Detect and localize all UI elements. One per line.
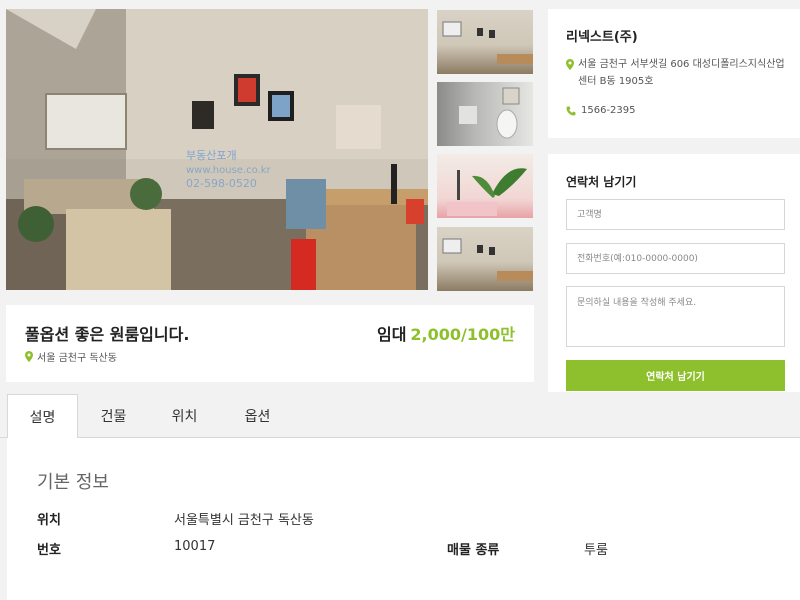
tab-location[interactable]: 위치 xyxy=(149,394,220,438)
main-photo[interactable]: 부동산포개 www.house.co.kr 02-598-0520 xyxy=(6,9,428,290)
watermark-text-3: 02-598-0520 xyxy=(186,177,257,190)
map-pin-icon xyxy=(566,59,574,70)
thumbnail-2-image xyxy=(459,87,520,139)
phone-icon xyxy=(566,106,576,115)
price-amount: 2,000/100만 xyxy=(410,325,515,344)
phone-number-input[interactable] xyxy=(566,243,785,274)
tab-options[interactable]: 옵션 xyxy=(220,394,295,438)
listing-number-value: 10017 xyxy=(174,539,216,554)
agency-phone[interactable]: 1566-2395 xyxy=(566,105,636,116)
detail-tabs: 설명 건물 위치 옵션 xyxy=(0,394,800,439)
tab-description[interactable]: 설명 xyxy=(7,394,78,439)
price-type: 임대 xyxy=(376,325,407,344)
listing-location: 서울 금천구 독산동 xyxy=(25,349,117,364)
agency-card: 리넥스트(주) 서울 금천구 서부샛길 606 대성디폴리스지식산업센터 B동 … xyxy=(548,9,800,138)
listing-location-text: 서울 금천구 독산동 xyxy=(37,353,117,364)
thumbnail-1[interactable] xyxy=(437,10,533,74)
listing-title: 풀옵션 좋은 원룸입니다. xyxy=(25,325,190,344)
agency-address: 서울 금천구 서부샛길 606 대성디폴리스지식산업센터 B동 1905호 xyxy=(566,56,790,90)
agency-address-text: 서울 금천구 서부샛길 606 대성디폴리스지식산업센터 B동 1905호 xyxy=(578,59,785,87)
watermark-text-1: 부동산포개 xyxy=(186,149,237,162)
listing-summary: 풀옵션 좋은 원룸입니다. 서울 금천구 독산동 임대 2,000/100만 xyxy=(6,305,534,382)
thumbnail-3-image xyxy=(447,168,527,216)
basic-info-panel: 기본 정보 위치 서울특별시 금천구 독산동 번호 10017 매물 종류 투룸 xyxy=(7,438,800,600)
thumbnail-4[interactable] xyxy=(437,227,533,291)
listing-price: 임대 2,000/100만 xyxy=(377,321,515,345)
property-type-value: 투룸 xyxy=(584,543,608,558)
map-pin-icon xyxy=(25,351,33,362)
contact-form: 연락처 남기기 연락처 남기기 xyxy=(548,154,800,392)
location-label: 위치 xyxy=(37,513,61,528)
property-type-label: 매물 종류 xyxy=(447,543,500,558)
thumbnail-1-image xyxy=(442,21,533,64)
tab-building[interactable]: 건물 xyxy=(78,394,149,438)
customer-name-input[interactable] xyxy=(566,199,785,230)
location-value: 서울특별시 금천구 독산동 xyxy=(174,513,314,528)
submit-contact-button[interactable]: 연락처 남기기 xyxy=(566,360,785,391)
agency-phone-text[interactable]: 1566-2395 xyxy=(581,105,636,116)
basic-info-heading: 기본 정보 xyxy=(37,472,109,493)
agency-name: 리넥스트(주) xyxy=(566,30,638,45)
watermark-text-2: www.house.co.kr xyxy=(186,165,272,176)
thumbnail-4-image xyxy=(442,238,533,281)
thumbnail-2[interactable] xyxy=(437,82,533,146)
inquiry-message-textarea[interactable] xyxy=(566,286,785,347)
contact-form-heading: 연락처 남기기 xyxy=(566,175,637,189)
listing-number-label: 번호 xyxy=(37,543,61,558)
room-photo-image: 부동산포개 www.house.co.kr 02-598-0520 xyxy=(6,9,428,290)
thumbnail-3[interactable] xyxy=(437,154,533,218)
